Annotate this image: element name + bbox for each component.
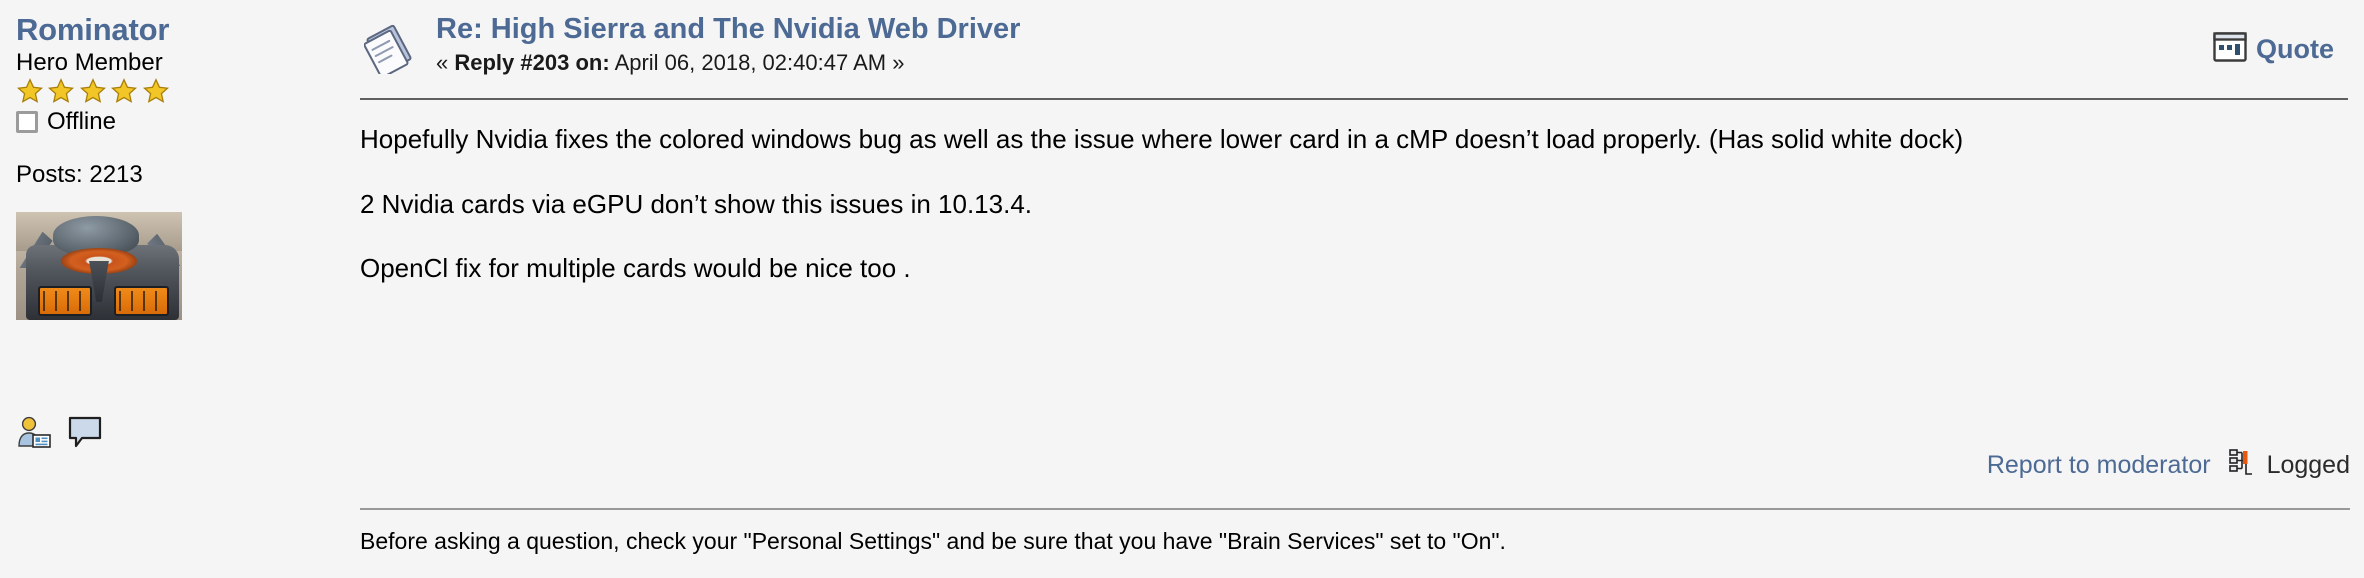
post-paragraph: OpenCl fix for multiple cards would be n…: [360, 253, 911, 284]
post-footer-actions: Report to moderator Logged: [1987, 449, 2350, 482]
quote-label: Quote: [2256, 34, 2334, 64]
quote-button[interactable]: Quote: [2213, 32, 2334, 67]
signature-divider: [360, 508, 2350, 510]
forum-post: Rominator Hero Member Offline Posts: 221…: [0, 0, 2364, 578]
star-icon: [142, 78, 169, 104]
post-header: Re: High Sierra and The Nvidia Web Drive…: [356, 0, 2348, 86]
poster-signature: Before asking a question, check your "Pe…: [360, 528, 1506, 555]
view-profile-icon[interactable]: [16, 415, 52, 449]
post-paragraph: 2 Nvidia cards via eGPU don’t show this …: [360, 188, 1033, 219]
meta-open-quote: «: [436, 49, 449, 75]
meta-reply-number: Reply #203 on:: [454, 49, 610, 75]
online-status-label: Offline: [47, 108, 116, 136]
personal-message-icon[interactable]: [68, 415, 102, 449]
report-to-moderator-link[interactable]: Report to moderator: [1987, 451, 2211, 480]
star-icon: [48, 78, 75, 104]
poster-post-count: Posts: 2213: [16, 161, 143, 189]
post-content-column: Re: High Sierra and The Nvidia Web Drive…: [356, 0, 2364, 578]
meta-date: April 06, 2018, 02:40:47 AM: [614, 49, 887, 75]
ip-logged-icon: [2228, 449, 2259, 482]
post-subject-link[interactable]: Re: High Sierra and The Nvidia Web Drive…: [436, 13, 1020, 46]
post-header-text: Re: High Sierra and The Nvidia Web Drive…: [436, 13, 2348, 76]
poster-action-icons: [16, 415, 102, 449]
poster-info-column: Rominator Hero Member Offline Posts: 221…: [0, 0, 356, 578]
poster-username[interactable]: Rominator: [16, 13, 356, 47]
rank-stars: [16, 78, 356, 104]
star-icon: [111, 78, 138, 104]
poster-rank-title: Hero Member: [16, 48, 163, 76]
avatar: [16, 212, 182, 321]
post-body: Hopefully Nvidia fixes the colored windo…: [360, 122, 2348, 286]
meta-close-quote: »: [892, 49, 905, 75]
logged-indicator: Logged: [2228, 449, 2350, 482]
post-meta: « Reply #203 on: April 06, 2018, 02:40:4…: [436, 50, 2348, 76]
quote-icon: [2213, 32, 2247, 67]
online-status: Offline: [16, 107, 356, 137]
star-icon: [79, 78, 106, 104]
post-paragraph: Hopefully Nvidia fixes the colored windo…: [360, 124, 1964, 154]
offline-indicator-icon: [16, 111, 38, 134]
post-header-divider: [360, 98, 2348, 100]
xx-message-icon: [363, 24, 422, 79]
star-icon: [16, 78, 44, 104]
logged-label: Logged: [2266, 451, 2350, 479]
